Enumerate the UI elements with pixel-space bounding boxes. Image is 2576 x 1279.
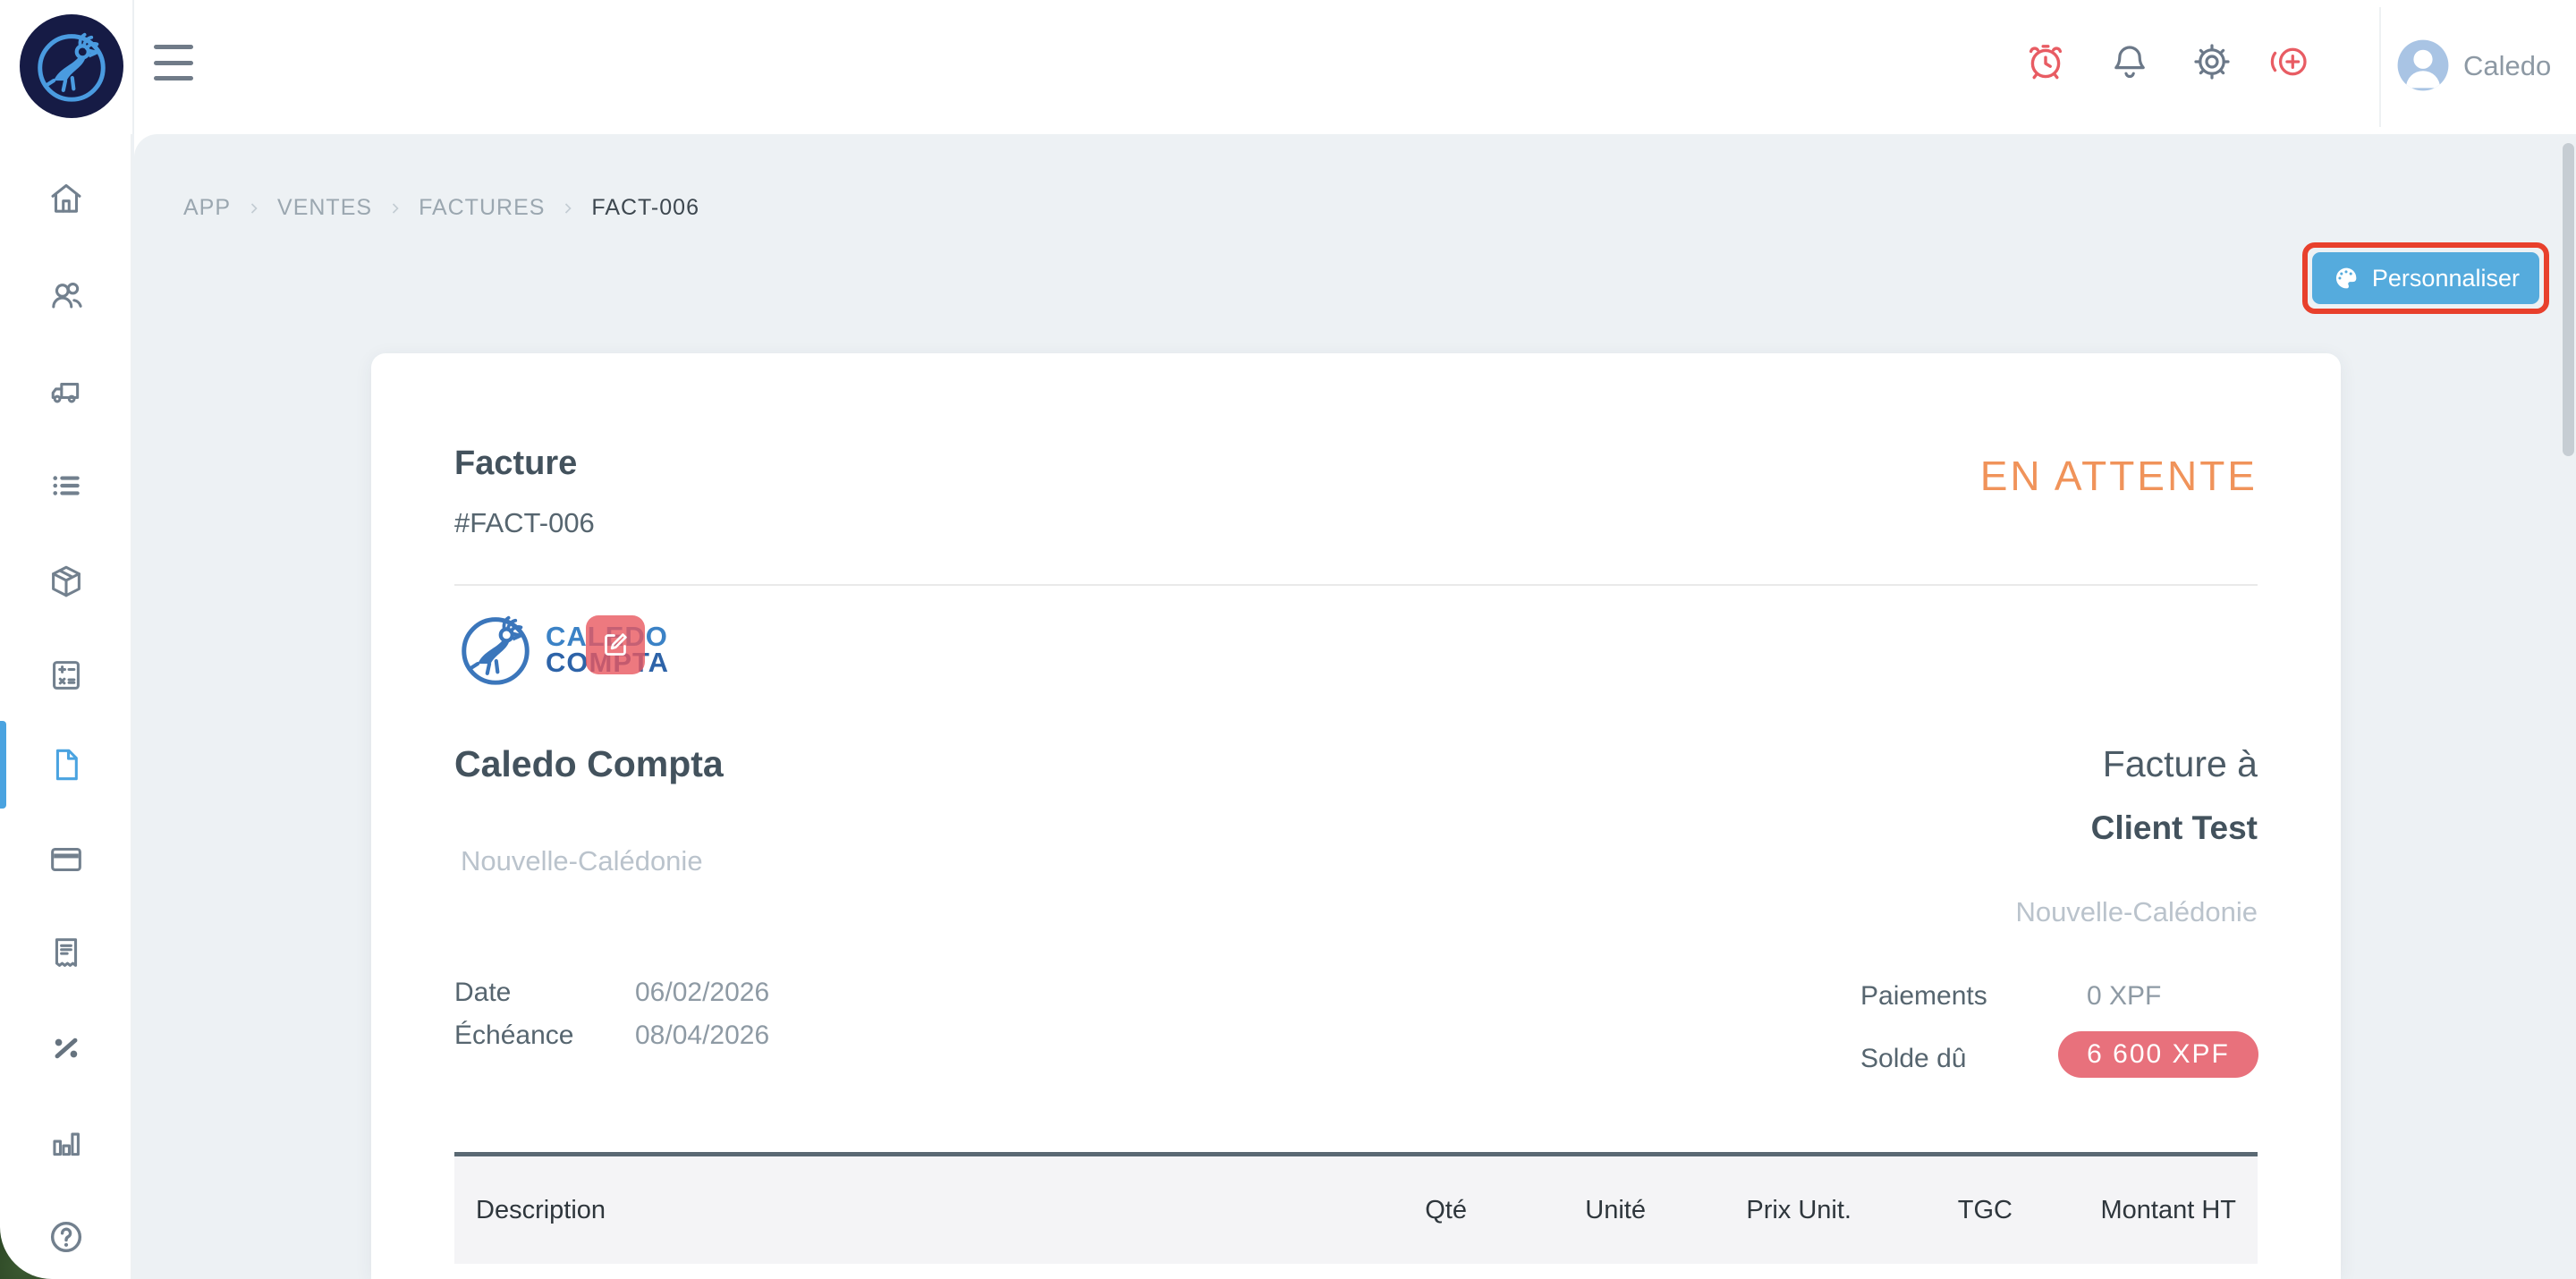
table-header-row: Description Qté Unité Prix Unit. TGC Mon… <box>454 1156 2258 1264</box>
chevron-right-icon <box>250 202 258 214</box>
client-region: Nouvelle-Calédonie <box>2015 896 2258 927</box>
sidebar-item-reports[interactable] <box>0 1122 132 1164</box>
balance-due-badge: 6 600 XPF <box>2058 1031 2258 1078</box>
calculator-icon <box>53 661 80 690</box>
credit-card-icon <box>51 847 81 872</box>
app-logo[interactable] <box>20 14 123 118</box>
topbar-user-divider <box>2379 7 2381 127</box>
date-label: Date <box>454 978 512 1007</box>
breadcrumb-ventes[interactable]: VENTES <box>277 195 372 221</box>
balance-label: Solde dû <box>1860 1044 1967 1073</box>
sidebar-item-receipts[interactable] <box>0 932 132 973</box>
invoice-status: EN ATTENTE <box>1979 453 2258 499</box>
alarm-clock-button[interactable] <box>2023 39 2068 84</box>
user-avatar[interactable] <box>2395 38 2451 93</box>
chevron-right-icon <box>392 202 399 214</box>
cagou-bird-icon <box>454 608 537 690</box>
personalize-button[interactable]: Personnaliser <box>2311 252 2539 304</box>
receipt-icon <box>55 938 78 967</box>
col-qty: Qté <box>1425 1195 1467 1224</box>
circle-plus-icon <box>2270 47 2307 76</box>
sidebar-item-taxes[interactable] <box>0 1028 132 1069</box>
bar-chart-icon <box>53 1132 80 1156</box>
breadcrumb-factures[interactable]: FACTURES <box>419 195 545 221</box>
col-amount-ht: Montant HT <box>2100 1195 2237 1224</box>
sidebar-item-products[interactable] <box>0 561 132 602</box>
topbar: Caledo <box>0 0 2576 134</box>
sidebar-item-documents[interactable] <box>0 744 132 785</box>
package-box-icon <box>52 565 80 597</box>
sidebar-item-list[interactable] <box>0 465 132 506</box>
sidebar-item-payments[interactable] <box>0 839 132 880</box>
date-value: 06/02/2026 <box>635 978 770 1007</box>
help-icon <box>50 1221 82 1253</box>
breadcrumb-app[interactable]: APP <box>183 195 231 221</box>
truck-icon <box>51 383 80 403</box>
percent-icon <box>55 1038 78 1059</box>
sidebar-item-calculator[interactable] <box>0 655 132 696</box>
col-unit: Unité <box>1585 1195 1646 1224</box>
scrollbar[interactable] <box>2563 143 2574 456</box>
chevron-right-icon <box>565 202 572 214</box>
company-region: Nouvelle-Calédonie <box>461 845 703 877</box>
notifications-button[interactable] <box>2107 39 2152 84</box>
list-icon <box>53 476 80 496</box>
palette-icon <box>2335 267 2357 289</box>
due-label: Échéance <box>454 1021 574 1050</box>
payments-label: Paiements <box>1860 981 1987 1011</box>
user-name[interactable]: Caledo <box>2463 50 2551 82</box>
breadcrumb: APP VENTES FACTURES FACT-006 <box>183 195 699 221</box>
sidebar-item-home[interactable] <box>0 178 132 219</box>
edit-icon <box>605 633 627 656</box>
topbar-divider <box>132 0 134 134</box>
breadcrumb-current: FACT-006 <box>591 195 699 220</box>
client-name: Client Test <box>2090 809 2258 846</box>
quick-add-button[interactable] <box>2267 39 2311 84</box>
menu-toggle-button[interactable] <box>154 45 193 80</box>
alarm-clock-icon <box>2024 40 2067 83</box>
invoice-card: Facture #FACT-006 EN ATTENTE CALEDO COMP… <box>371 353 2341 1279</box>
bell-icon <box>2114 46 2145 79</box>
home-icon <box>51 183 81 213</box>
document-icon <box>55 749 78 781</box>
sidebar-item-deliveries[interactable] <box>0 371 132 412</box>
col-unit-price: Prix Unit. <box>1746 1195 1852 1224</box>
logo-edit-button[interactable] <box>586 615 645 674</box>
company-name: Caledo Compta <box>454 743 724 784</box>
cagou-bird-icon <box>30 25 113 107</box>
gear-icon <box>2194 44 2230 80</box>
col-tgc: TGC <box>1957 1195 2012 1224</box>
line-items-table: Description Qté Unité Prix Unit. TGC Mon… <box>454 1152 2258 1264</box>
invoice-title: Facture <box>454 445 578 482</box>
annotation-highlight: Personnaliser <box>2301 242 2549 314</box>
sidebar <box>0 134 132 1279</box>
personalize-label: Personnaliser <box>2371 264 2520 292</box>
payments-value: 0 XPF <box>2087 981 2162 1011</box>
sidebar-item-contacts[interactable] <box>0 275 132 316</box>
due-value: 08/04/2026 <box>635 1021 770 1050</box>
avatar-icon <box>2397 39 2449 91</box>
col-description: Description <box>476 1195 606 1224</box>
invoice-number: #FACT-006 <box>454 507 595 538</box>
bill-to-heading: Facture à <box>2102 743 2258 784</box>
header-divider <box>454 584 2258 586</box>
sidebar-item-help[interactable] <box>0 1216 132 1258</box>
settings-button[interactable] <box>2190 39 2234 84</box>
users-icon <box>52 283 82 309</box>
